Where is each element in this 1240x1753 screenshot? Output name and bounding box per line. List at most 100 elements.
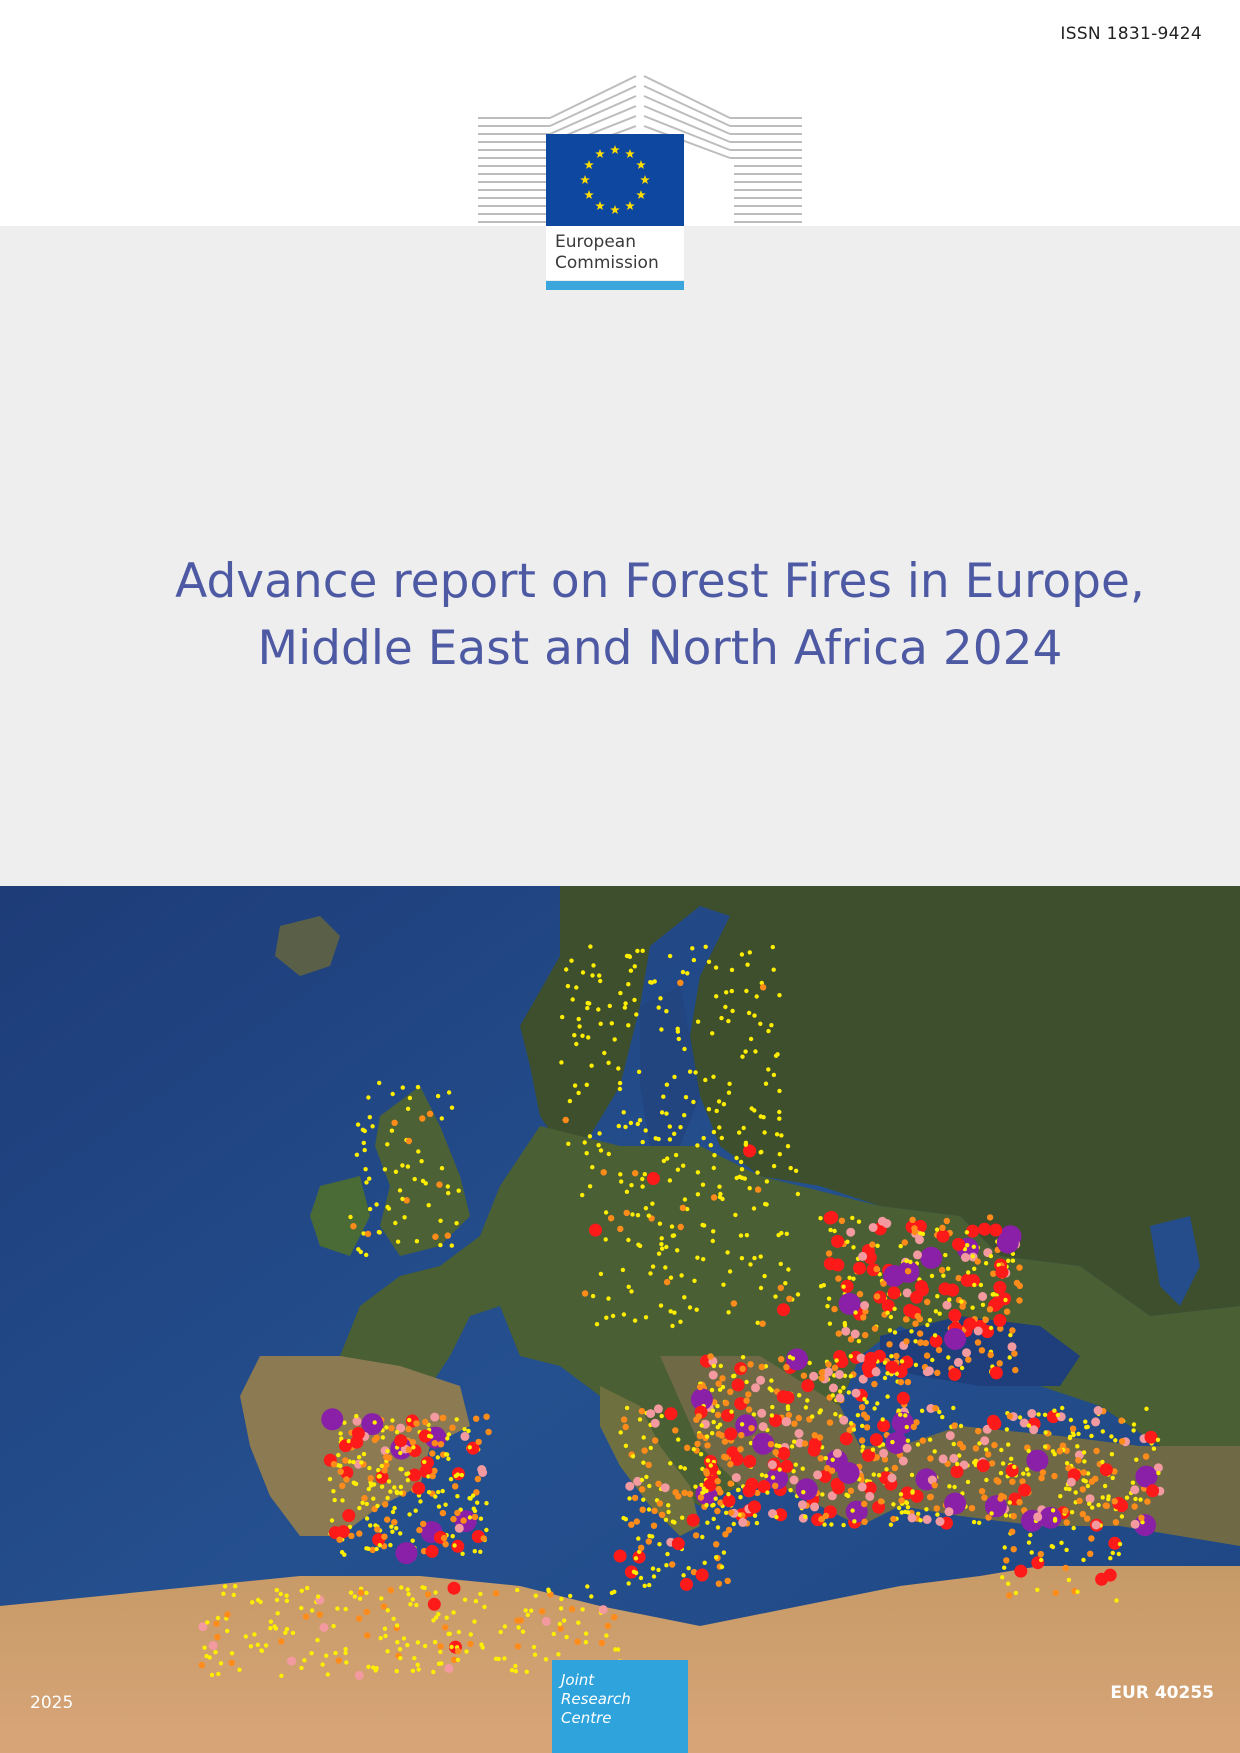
fire-point (388, 1542, 393, 1548)
fire-point (556, 1652, 561, 1657)
fire-point (387, 1587, 395, 1594)
fire-point (706, 1107, 712, 1112)
fire-point (1156, 1470, 1161, 1476)
fire-point (703, 944, 708, 949)
fire-point (462, 1427, 467, 1432)
fire-point (951, 1405, 956, 1411)
fire-point (664, 1111, 669, 1116)
fire-point (364, 1230, 372, 1238)
fire-point (464, 1649, 469, 1654)
fire-point (735, 1414, 758, 1437)
fire-point (691, 1447, 696, 1452)
fire-point (860, 1301, 870, 1310)
fire-point (609, 1021, 614, 1026)
fire-point (1006, 1442, 1011, 1447)
fire-point (841, 1385, 846, 1390)
fire-point (406, 1471, 411, 1476)
fire-point (718, 1191, 723, 1197)
fire-point (435, 1455, 440, 1460)
fire-point (351, 1426, 365, 1440)
fire-point (374, 1202, 379, 1207)
fire-point (778, 1261, 783, 1267)
fire-point (233, 1584, 238, 1589)
fire-point (779, 1230, 784, 1236)
fire-point (988, 1460, 996, 1467)
fire-point (873, 1265, 880, 1273)
fire-point (407, 1095, 413, 1101)
fire-point (384, 1516, 391, 1523)
fire-point (626, 982, 631, 987)
fire-point (416, 1667, 421, 1672)
fire-point (738, 1159, 744, 1165)
fire-point (715, 1430, 723, 1438)
fire-point (460, 1431, 470, 1441)
fire-point (1076, 1431, 1081, 1437)
fire-point (1083, 1419, 1088, 1424)
fire-point (769, 1023, 774, 1028)
fire-point (730, 1008, 735, 1014)
fire-point (759, 1320, 766, 1327)
fire-point (927, 1318, 933, 1323)
fire-point (675, 1029, 681, 1034)
fire-point (924, 1507, 929, 1512)
fire-point (425, 1544, 439, 1558)
fire-point (460, 1551, 465, 1556)
fire-point (841, 1326, 851, 1336)
fire-point (384, 1425, 389, 1430)
fire-point (514, 1643, 522, 1650)
fire-point (869, 1433, 883, 1447)
fire-point (278, 1638, 285, 1645)
fire-point (697, 1383, 704, 1391)
fire-point (231, 1592, 236, 1598)
fire-point (603, 1237, 608, 1242)
fire-point (390, 1091, 395, 1097)
fire-point (702, 1468, 710, 1475)
fire-point (888, 1314, 894, 1320)
fire-point (691, 957, 697, 963)
fire-point (755, 1170, 760, 1175)
fire-point (831, 1364, 839, 1371)
fire-point (523, 1608, 528, 1613)
fire-point (705, 1520, 710, 1525)
fire-point (1006, 1592, 1013, 1599)
fire-point (584, 1082, 589, 1087)
fire-point (585, 1000, 590, 1006)
fire-point (851, 1388, 861, 1398)
fire-point (1085, 1424, 1090, 1430)
fire-point (703, 1077, 708, 1083)
fire-point (359, 1460, 364, 1465)
fire-point (474, 1475, 482, 1483)
fire-point (656, 1251, 662, 1256)
fire-point (1116, 1551, 1122, 1557)
fire-point (835, 1275, 842, 1282)
fire-point (596, 1007, 601, 1012)
fire-point (643, 1128, 648, 1133)
fire-point (795, 1191, 801, 1197)
fire-point (860, 1411, 868, 1418)
fire-point (466, 1428, 471, 1434)
fire-point (724, 1577, 731, 1585)
fire-point (758, 1363, 765, 1371)
fire-point (659, 1236, 664, 1241)
fire-point (966, 1270, 971, 1275)
fire-point (778, 1356, 785, 1363)
fire-point (455, 1494, 460, 1499)
fire-point (642, 1172, 647, 1177)
fire-point (757, 1408, 767, 1418)
fire-point (1043, 1444, 1048, 1449)
fire-point (376, 1229, 382, 1235)
fire-point (635, 1213, 641, 1218)
fire-point (455, 1647, 462, 1655)
fire-point (876, 1473, 882, 1478)
fire-point (652, 1437, 659, 1444)
fire-point (205, 1620, 210, 1625)
fire-point (752, 1255, 757, 1261)
fire-point (1016, 1297, 1023, 1304)
fire-point (875, 1243, 880, 1248)
fire-point (833, 1412, 838, 1417)
fire-point (385, 1495, 390, 1501)
fire-point (772, 1482, 779, 1489)
fire-point (891, 1502, 896, 1507)
fire-point (740, 1054, 745, 1059)
fire-point (912, 1320, 919, 1327)
